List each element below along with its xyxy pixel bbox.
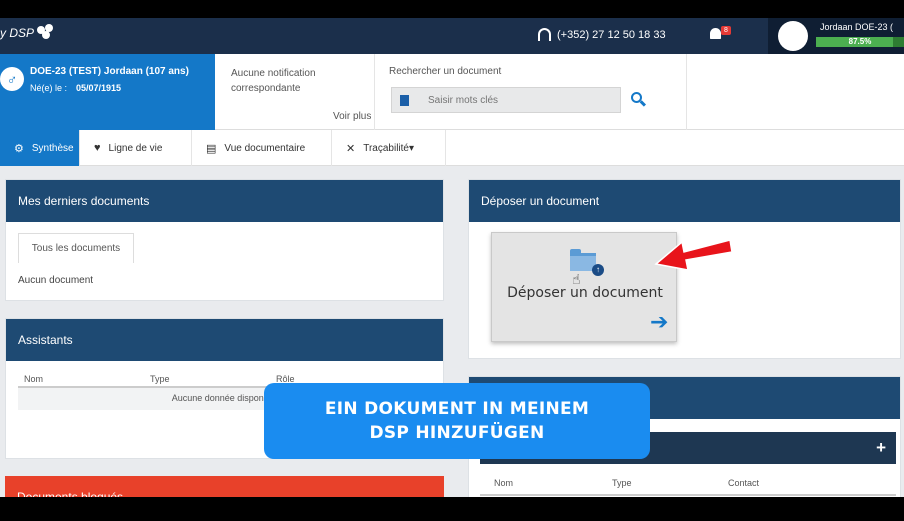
document-icon <box>400 95 409 106</box>
logo-text: y DSP <box>0 26 34 40</box>
top-header: y DSP (+352) 27 12 50 18 33 8 Jordaan DO… <box>0 18 904 54</box>
bell-icon <box>710 28 721 39</box>
upload-icon: ↑ <box>592 264 604 276</box>
see-more-link[interactable]: Voir plus <box>333 111 371 122</box>
panel-title: Déposer un document <box>469 180 900 222</box>
recent-documents-panel: Mes derniers documents Tous les document… <box>5 179 444 301</box>
profile-completion-bar: 87.5% <box>816 37 904 47</box>
search-icon[interactable] <box>631 92 647 107</box>
tab-label: Synthèse <box>31 142 74 154</box>
support-phone[interactable]: (+352) 27 12 50 18 33 <box>538 28 666 41</box>
tab-tracabilite[interactable]: ✕ Traçabilité▾ <box>332 130 446 166</box>
table-header: Nom Type Contact <box>480 478 896 496</box>
notifications-empty-text: Aucune notification correspondante <box>231 68 316 94</box>
tab-synthese[interactable]: ⚙ Synthèse <box>0 130 80 166</box>
dob-label: Né(e) le : <box>30 83 68 93</box>
headset-icon <box>538 28 551 41</box>
tools-icon: ✕ <box>346 142 356 155</box>
logo-dots-icon <box>36 24 55 39</box>
search-input[interactable] <box>428 88 618 112</box>
column-name[interactable]: Nom <box>494 478 513 488</box>
tab-all-documents[interactable]: Tous les documents <box>18 233 134 263</box>
arrow-right-icon: ➔ <box>650 309 669 334</box>
notification-badge: 8 <box>721 26 731 35</box>
tab-vue-documentaire[interactable]: ▤ Vue documentaire <box>192 130 332 166</box>
document-search: Rechercher un document <box>375 54 687 130</box>
empty-documents-text: Aucun document <box>18 275 94 286</box>
video-caption: EIN DOKUMENT IN MEINEM DSP HINZUFÜGEN <box>264 383 650 459</box>
caption-line-2: DSP HINZUFÜGEN <box>369 423 545 443</box>
panel-title: Mes derniers documents <box>6 180 443 222</box>
male-gender-icon: ♂ <box>0 67 24 91</box>
user-menu[interactable]: Jordaan DOE-23 ( 87.5% <box>768 18 904 54</box>
patient-name: DOE-23 (TEST) Jordaan (107 ans) <box>30 66 189 77</box>
notifications-button[interactable]: 8 <box>708 26 731 44</box>
add-contact-button[interactable]: + <box>876 438 886 458</box>
column-name[interactable]: Nom <box>24 374 43 384</box>
user-name: Jordaan DOE-23 ( <box>820 22 894 32</box>
upload-document-button[interactable]: ↑ ☝ Déposer un document ➔ <box>491 232 677 342</box>
column-contact[interactable]: Contact <box>728 478 759 488</box>
gear-icon: ⚙ <box>14 142 24 155</box>
column-type[interactable]: Type <box>150 374 170 384</box>
letterbox-top <box>0 0 904 18</box>
patient-strip: ♂ DOE-23 (TEST) Jordaan (107 ans) Né(e) … <box>0 54 904 130</box>
avatar[interactable] <box>778 21 808 51</box>
notifications-box: Aucune notification correspondante Voir … <box>215 54 375 130</box>
tab-label: Traçabilité▾ <box>363 142 414 154</box>
dob-value: 05/07/1915 <box>76 83 122 93</box>
tab-label: Ligne de vie <box>108 142 163 154</box>
panel-title: Assistants <box>6 319 443 361</box>
app-logo[interactable]: y DSP <box>0 24 55 40</box>
search-field[interactable] <box>391 87 621 113</box>
documents-icon: ▤ <box>206 142 217 155</box>
search-label: Rechercher un document <box>389 66 502 77</box>
red-arrow-icon <box>654 239 733 271</box>
upload-card-label: Déposer un document <box>507 285 663 301</box>
patient-card[interactable]: ♂ DOE-23 (TEST) Jordaan (107 ans) Né(e) … <box>0 54 215 130</box>
heart-pulse-icon: ♥ <box>94 142 101 154</box>
column-type[interactable]: Type <box>612 478 632 488</box>
tab-label: Vue documentaire <box>224 142 306 154</box>
tab-ligne-de-vie[interactable]: ♥ Ligne de vie <box>80 130 192 166</box>
phone-number: (+352) 27 12 50 18 33 <box>557 28 666 41</box>
caption-line-1: EIN DOKUMENT IN MEINEM <box>324 399 590 419</box>
main-tabs: ⚙ Synthèse ♥ Ligne de vie ▤ Vue document… <box>0 130 904 166</box>
profile-completion-label: 87.5% <box>848 37 872 46</box>
letterbox-bottom <box>0 497 904 521</box>
